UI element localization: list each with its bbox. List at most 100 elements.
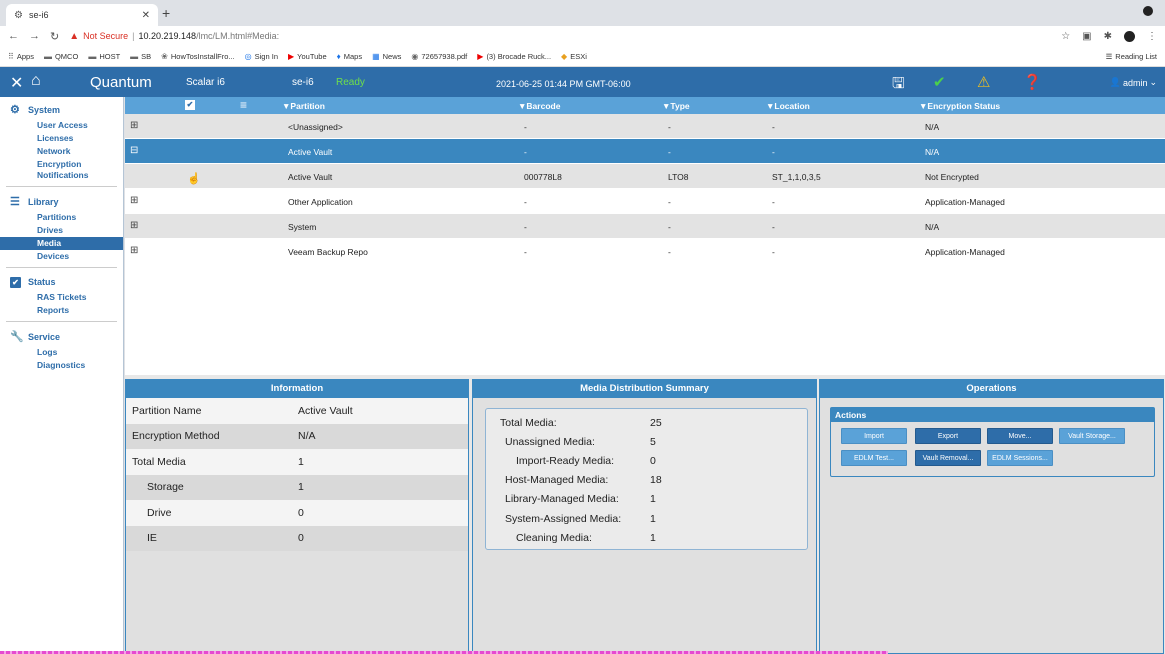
cell-location: - <box>772 147 775 157</box>
bookmark-maps[interactable]: ♦ Maps <box>337 52 362 61</box>
import-button[interactable]: Import <box>841 428 907 444</box>
bookmark-howtos[interactable]: ❀ HowTosInstallFro... <box>161 52 234 61</box>
panel-title: Operations <box>820 380 1163 398</box>
address-bar[interactable]: ← → ↻ ▲ Not Secure | 10.20.219.148 /lmc/… <box>0 26 1165 46</box>
expand-icon[interactable]: ⊞ <box>130 120 138 131</box>
table-row[interactable]: ⊞ System - - - N/A <box>125 214 1165 239</box>
column-header-location[interactable]: ▼Location <box>766 101 810 111</box>
table-row[interactable]: ⊞ Veeam Backup Repo - - - Application-Ma… <box>125 239 1165 264</box>
reading-list-button[interactable]: ☰ Reading List <box>1106 52 1157 61</box>
info-key: Partition Name <box>132 404 202 417</box>
home-icon[interactable]: ⌂ <box>31 72 41 90</box>
bookmark-youtube[interactable]: ▶ YouTube <box>288 52 327 61</box>
sidebar-item-ras-tickets[interactable]: RAS Tickets <box>0 291 123 304</box>
sidebar-item-licenses[interactable]: Licenses <box>0 132 123 145</box>
bookmark-news[interactable]: ▦ News <box>372 52 401 61</box>
edlm-sessions-button[interactable]: EDLM Sessions... <box>987 450 1053 466</box>
vault-removal-button[interactable]: Vault Removal... <box>915 450 981 466</box>
expand-icon[interactable]: ⊞ <box>130 245 138 256</box>
column-header-type[interactable]: ▼Type <box>662 101 690 111</box>
bookmark-apps[interactable]: ⠿ Apps <box>8 52 34 61</box>
url-separator: | <box>132 31 135 41</box>
sidebar-section-status: ✔ Status RAS Tickets Reports <box>0 270 123 324</box>
status-ok-icon[interactable]: ✔ <box>933 73 946 91</box>
help-icon[interactable]: ❓ <box>1023 73 1042 91</box>
url-host[interactable]: 10.20.219.148 <box>139 31 197 41</box>
summary-row: Cleaning Media: 1 <box>486 528 807 547</box>
close-tab-icon[interactable]: ✕ <box>142 10 150 21</box>
expand-icon[interactable]: ⊞ <box>130 195 138 206</box>
expand-icon[interactable]: ⊞ <box>130 220 138 231</box>
new-tab-button[interactable]: + <box>162 5 170 21</box>
sidebar-section-head[interactable]: ⚙ System <box>0 99 123 119</box>
panel-title: Information <box>126 380 468 398</box>
operations-panel: Operations Actions Import Export Move...… <box>819 379 1164 654</box>
table-row[interactable]: ⊞ Other Application - - - Application-Ma… <box>125 189 1165 214</box>
sidebar-item-logs[interactable]: Logs <box>0 346 123 359</box>
cell-partition: System <box>288 222 317 232</box>
sidebar-item-user-access[interactable]: User Access <box>0 119 123 132</box>
table-row[interactable]: ⊞ <Unassigned> - - - N/A <box>125 114 1165 139</box>
bookmark-esxi[interactable]: ◆ ESXi <box>561 52 587 61</box>
ras-ticket-icon[interactable]: ⚠ <box>977 73 990 91</box>
library-state: Ready <box>336 77 365 88</box>
extension-icon[interactable]: ▣ <box>1082 31 1091 42</box>
information-panel: Information Partition Name Active Vault … <box>125 379 469 654</box>
table-row[interactable]: ⊟ Active Vault - - - N/A <box>125 139 1165 164</box>
sidebar-item-encryption-notifications[interactable]: Encryption Notifications <box>0 158 90 182</box>
puzzle-icon[interactable]: ✱ <box>1104 31 1112 42</box>
column-header-encryption-status[interactable]: ▼Encryption Status <box>919 101 1000 111</box>
save-config-icon[interactable]: 🖫 <box>892 73 905 98</box>
bookmark-qmco[interactable]: ▬ QMCO <box>44 52 78 61</box>
forward-arrow-icon[interactable]: → <box>29 30 40 42</box>
cell-barcode: - <box>524 197 527 207</box>
user-name: admin <box>1122 77 1148 88</box>
sidebar-item-devices[interactable]: Devices <box>0 250 123 263</box>
sidebar-item-network[interactable]: Network <box>0 145 123 158</box>
library-hostname: se-i6 <box>292 77 314 88</box>
sidebar-item-reports[interactable]: Reports <box>0 304 123 317</box>
bookmark-pdf[interactable]: ◉ 72657938.pdf <box>411 52 467 61</box>
sidebar-section-head[interactable]: 🔧 Service <box>0 326 123 346</box>
not-secure-label[interactable]: Not Secure <box>83 31 128 41</box>
sidebar-section-head[interactable]: ✔ Status <box>0 272 123 291</box>
divider <box>6 321 117 322</box>
info-row: Drive 0 <box>126 500 468 526</box>
column-header-barcode[interactable]: ▼Barcode <box>518 101 560 111</box>
sidebar-item-partitions[interactable]: Partitions <box>0 211 123 224</box>
sidebar-section-head[interactable]: ☰ Library <box>0 191 123 211</box>
kebab-menu-icon[interactable]: ⋮ <box>1147 31 1157 42</box>
star-icon[interactable]: ☆ <box>1061 31 1070 42</box>
close-icon[interactable]: ✕ <box>10 73 23 93</box>
summary-key: Cleaning Media: <box>516 531 592 544</box>
summary-key: Total Media: <box>500 416 557 429</box>
cell-partition: Other Application <box>288 197 353 207</box>
table-row[interactable]: ☝ Active Vault 000778L8 LTO8 ST_1,1,0,3,… <box>125 164 1165 189</box>
column-menu-icon[interactable]: ≡ <box>240 98 247 112</box>
bookmark-host[interactable]: ▬ HOST <box>88 52 120 61</box>
bookmark-sign-in[interactable]: ◎ Sign In <box>245 52 278 61</box>
user-menu[interactable]: 👤 admin ⌄ <box>1110 77 1157 88</box>
move-button[interactable]: Move... <box>987 428 1053 444</box>
sidebar-item-diagnostics[interactable]: Diagnostics <box>0 359 123 372</box>
cell-partition: Veeam Backup Repo <box>288 247 368 257</box>
checkbox-icon: ✔ <box>10 276 24 288</box>
edlm-test-button[interactable]: EDLM Test... <box>841 450 907 466</box>
profile-avatar-icon[interactable] <box>1124 30 1135 42</box>
summary-row: Unassigned Media: 5 <box>486 432 807 451</box>
vault-storage-button[interactable]: Vault Storage... <box>1059 428 1125 444</box>
select-all-checkbox[interactable]: ✔ <box>185 100 195 110</box>
sidebar-item-media[interactable]: Media <box>0 237 123 250</box>
collapse-icon[interactable]: ⊟ <box>130 145 138 156</box>
sidebar-item-drives[interactable]: Drives <box>0 224 123 237</box>
bookmark-sb[interactable]: ▬ SB <box>130 52 151 61</box>
column-header-partition[interactable]: ▼Partition <box>282 101 325 111</box>
export-button[interactable]: Export <box>915 428 981 444</box>
window-control-icon[interactable] <box>1143 6 1153 16</box>
bookmark-brocade[interactable]: ▶ (3) Brocade Ruck... <box>477 52 551 61</box>
gear-icon: ⚙ <box>14 9 23 21</box>
url-path[interactable]: /lmc/LM.html#Media: <box>196 31 279 41</box>
browser-tab[interactable]: ⚙ se-i6 ✕ <box>6 4 158 26</box>
back-arrow-icon[interactable]: ← <box>8 30 19 42</box>
reload-icon[interactable]: ↻ <box>50 30 59 43</box>
